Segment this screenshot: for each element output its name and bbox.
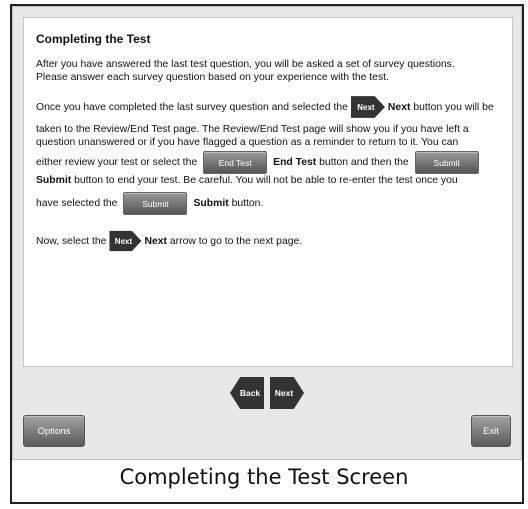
text-segment: button and then the <box>319 157 409 168</box>
paragraph-survey-line2: Please answer each survey question based… <box>36 71 389 83</box>
next-word: Next <box>387 101 411 113</box>
figure-caption: Completing the Test Screen <box>119 465 409 489</box>
paragraph-selected-line: have selected the Submit Submit button. <box>36 192 502 215</box>
text-segment: arrow to go to the next page. <box>169 235 303 247</box>
text-segment: have selected the <box>36 198 118 209</box>
next-arrow-icon: Next <box>109 230 142 252</box>
paragraph-review-line1: taken to the Review/End Test page. The R… <box>36 124 469 135</box>
text-segment: button. <box>231 198 264 209</box>
paragraph-submit-line: Submit button to end your test. Be caref… <box>36 175 502 186</box>
options-button[interactable]: Options <box>23 415 85 447</box>
text-segment: button to end your test. Be careful. You… <box>74 175 458 186</box>
back-button[interactable]: Back <box>230 377 264 409</box>
text-segment: Once you have completed the last survey … <box>36 101 348 113</box>
submit-word: Submit <box>193 198 229 209</box>
end-test-word: End Test <box>273 157 317 168</box>
text-segment: either review your test or select the <box>36 157 198 168</box>
test-window: Completing the Test After you have answe… <box>12 6 522 460</box>
next-arrow-icon: Next <box>350 96 385 118</box>
text-segment: Now, select the <box>36 235 107 247</box>
submit-button-icon: Submit <box>123 192 188 215</box>
paragraph-review-line2: question unanswered or if you have flagg… <box>36 136 459 148</box>
content-panel: Completing the Test After you have answe… <box>23 17 513 367</box>
paragraph-survey-line1: After you have answered the last test qu… <box>36 59 455 70</box>
next-word: Next <box>144 235 167 247</box>
paragraph-endtest-line: either review your test or select the En… <box>36 151 502 174</box>
navigation-arrows: Back Next <box>13 377 521 409</box>
submit-word: Submit <box>36 175 72 186</box>
next-button[interactable]: Next <box>270 377 304 409</box>
paragraph-now-select: Now, select the Next Next arrow to go to… <box>36 229 502 253</box>
page-title: Completing the Test <box>36 32 151 46</box>
paragraph-next-line: Once you have completed the last survey … <box>36 94 502 120</box>
text-segment: button you will be <box>413 101 494 113</box>
submit-button-icon: Submit <box>414 151 479 174</box>
end-test-button-icon: End Test <box>203 151 268 174</box>
exit-button[interactable]: Exit <box>471 415 511 447</box>
